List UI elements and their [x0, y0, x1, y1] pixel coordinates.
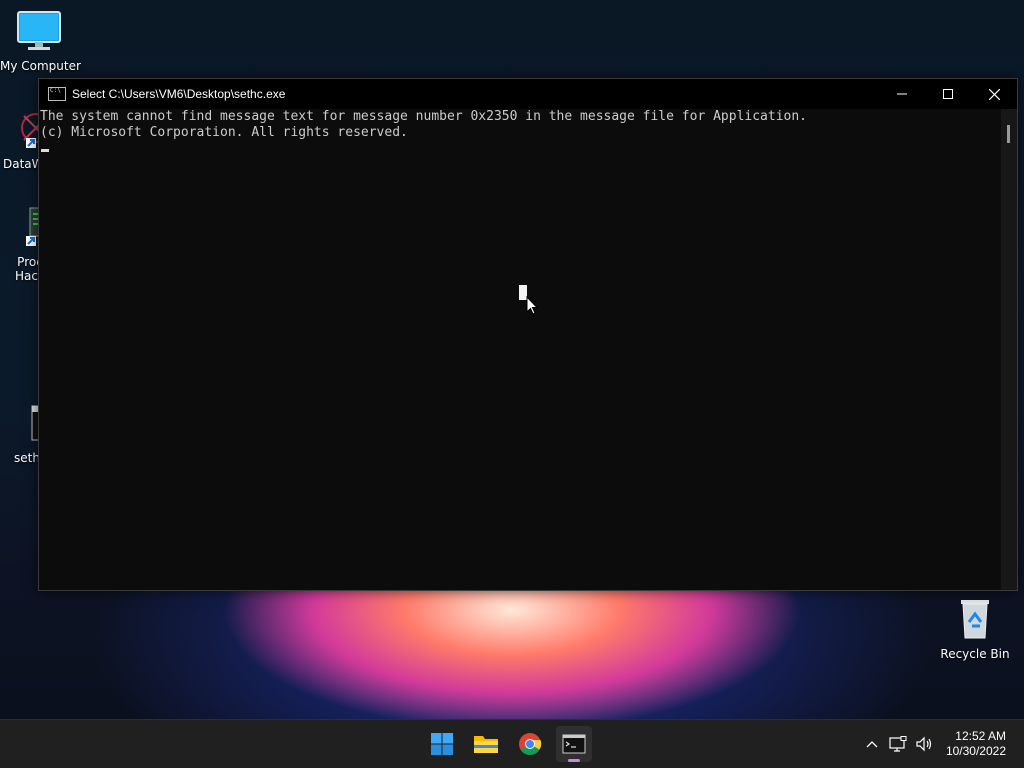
clock-time: 12:52 AM: [955, 729, 1006, 743]
text-cursor: [41, 149, 49, 152]
window-titlebar[interactable]: Select C:\Users\VM6\Desktop\sethc.exe: [39, 79, 1017, 109]
system-tray: 12:52 AM 10/30/2022: [860, 720, 1024, 768]
show-hidden-icons-button[interactable]: [860, 732, 884, 756]
console-app-icon: [48, 87, 66, 101]
taskbar-clock[interactable]: 12:52 AM 10/30/2022: [946, 729, 1006, 759]
desktop-icon-my-computer[interactable]: My Computer: [0, 10, 81, 73]
desktop-icon-label: My Computer: [0, 59, 81, 73]
folder-icon: [474, 736, 498, 753]
chrome-icon: [519, 733, 542, 755]
taskbar-apps: [424, 720, 592, 768]
volume-button[interactable]: [912, 732, 936, 756]
start-icon: [431, 733, 453, 755]
mouse-pointer-icon: [526, 296, 538, 315]
console-window[interactable]: Select C:\Users\VM6\Desktop\sethc.exe Th…: [38, 78, 1018, 591]
console-output[interactable]: The system cannot find message text for …: [39, 109, 1001, 590]
command-prompt-button[interactable]: [556, 726, 592, 762]
taskbar: 12:52 AM 10/30/2022: [0, 719, 1024, 768]
window-title: Select C:\Users\VM6\Desktop\sethc.exe: [72, 87, 286, 101]
desktop-icon-label: Recycle Bin: [940, 647, 1010, 661]
vertical-scrollbar[interactable]: [1001, 109, 1017, 590]
maximize-button[interactable]: [925, 79, 971, 109]
console-line: (c) Microsoft Corporation. All rights re…: [40, 125, 408, 140]
file-explorer-button[interactable]: [468, 726, 504, 762]
maximize-icon: [943, 89, 953, 99]
clock-date: 10/30/2022: [945, 744, 1006, 758]
chevron-up-icon: [866, 741, 878, 748]
console-line: The system cannot find message text for …: [40, 109, 808, 124]
monitor-icon: [17, 11, 61, 50]
start-button[interactable]: [424, 726, 460, 762]
speaker-icon: [916, 736, 932, 752]
chrome-button[interactable]: [512, 726, 548, 762]
minimize-icon: [897, 93, 907, 95]
network-icon: [889, 736, 907, 752]
recycle-bin-icon: [961, 600, 989, 639]
command-prompt-icon: [562, 734, 586, 754]
scrollbar-thumb[interactable]: [1007, 125, 1010, 143]
network-button[interactable]: [886, 732, 910, 756]
desktop-icon-recycle-bin[interactable]: Recycle Bin: [936, 596, 1014, 661]
minimize-button[interactable]: [879, 79, 925, 109]
close-button[interactable]: [971, 79, 1017, 109]
close-icon: [988, 88, 1000, 100]
